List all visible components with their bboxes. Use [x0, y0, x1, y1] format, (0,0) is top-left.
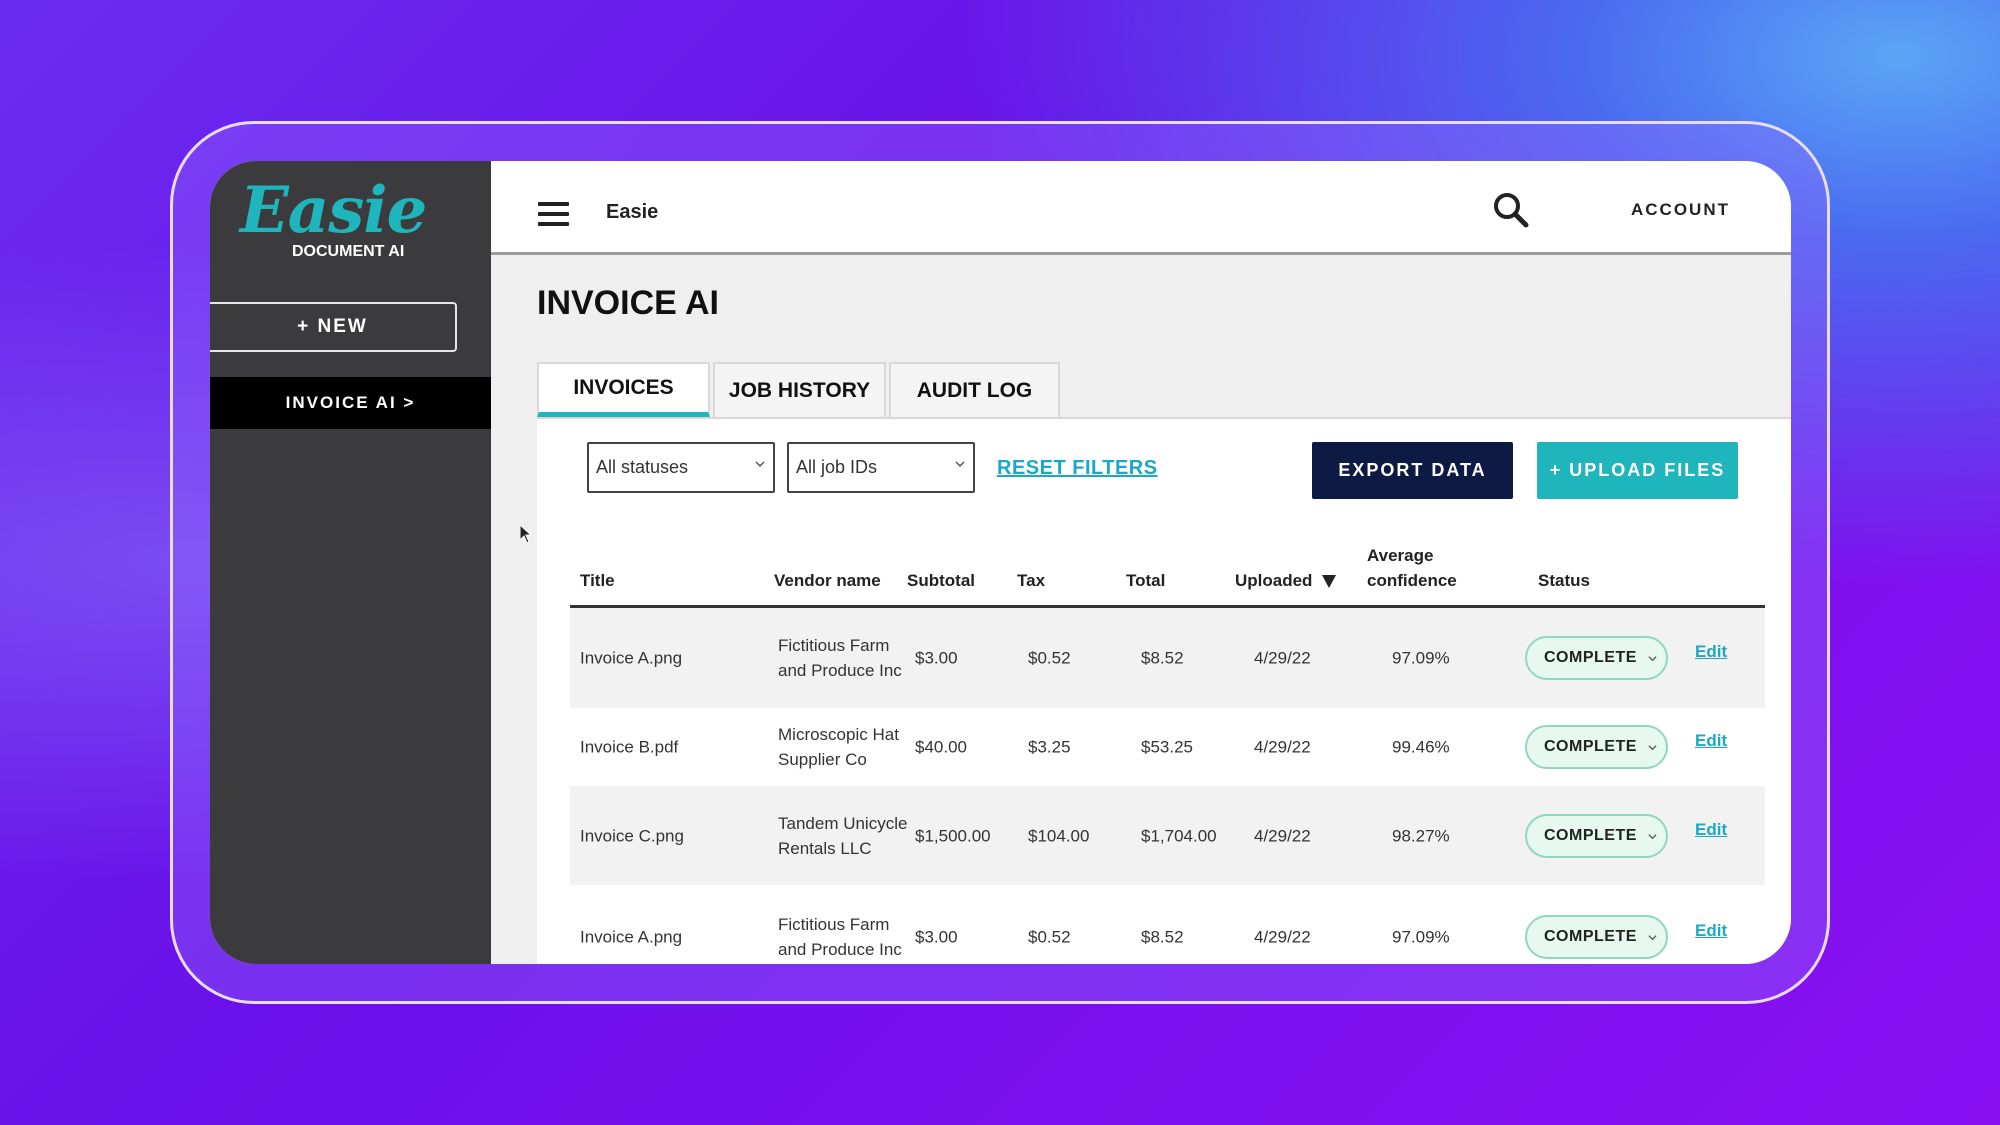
- header-subtotal[interactable]: Subtotal: [907, 568, 975, 593]
- cell-title: Invoice A.png: [580, 927, 683, 947]
- cell-title: Invoice B.pdf: [580, 737, 679, 757]
- edit-link[interactable]: Edit: [1695, 921, 1727, 941]
- invoices-panel: All statuses All job IDs RESET FILTERS E…: [537, 417, 1791, 964]
- status-filter-value: All statuses: [596, 457, 689, 477]
- cell-total: $8.52: [1141, 648, 1184, 668]
- chevron-down-icon: [1648, 935, 1657, 941]
- table-header: Title Vendor name Subtotal Tax Total Upl…: [570, 544, 1765, 608]
- cell-title: Invoice A.png: [580, 648, 683, 668]
- cell-total: $53.25: [1141, 737, 1193, 757]
- cell-confidence: 99.46%: [1392, 737, 1450, 757]
- reset-filters-link[interactable]: RESET FILTERS: [997, 457, 1158, 480]
- new-button[interactable]: + NEW: [210, 302, 457, 352]
- chevron-down-icon: [1648, 833, 1657, 839]
- table-row[interactable]: Invoice C.png Tandem Unicycle Rentals LL…: [570, 786, 1765, 887]
- header-status[interactable]: Status: [1538, 568, 1590, 593]
- cell-uploaded: 4/29/22: [1254, 826, 1311, 845]
- cell-subtotal: $3.00: [915, 648, 958, 668]
- cell-tax: $0.52: [1028, 648, 1071, 668]
- header-total[interactable]: Total: [1126, 568, 1165, 593]
- cell-vendor: Fictitious Farm and Produce Inc: [778, 915, 902, 959]
- table-row[interactable]: Invoice B.pdf Microscopic Hat Supplier C…: [570, 710, 1765, 786]
- job-id-filter-value: All job IDs: [796, 457, 878, 477]
- header-uploaded-label: Uploaded: [1235, 571, 1313, 590]
- cell-vendor: Fictitious Farm and Produce Inc: [778, 636, 902, 680]
- chevron-down-icon: [1648, 745, 1657, 751]
- cell-subtotal: $3.00: [915, 927, 958, 947]
- cell-subtotal: $1,500.00: [915, 826, 991, 845]
- header-vendor[interactable]: Vendor name: [774, 568, 881, 593]
- brand-name: Easie: [606, 201, 659, 223]
- main-area: Easie ACCOUNT INVOICE AI INVOICES JOB HI…: [491, 161, 1791, 964]
- sort-down-icon[interactable]: [1322, 575, 1337, 589]
- status-dropdown[interactable]: COMPLETE: [1525, 915, 1668, 959]
- tab-bar: INVOICES JOB HISTORY AUDIT LOG: [537, 362, 1063, 417]
- cell-confidence: 97.09%: [1392, 927, 1450, 947]
- status-label: COMPLETE: [1544, 928, 1637, 945]
- header-tax[interactable]: Tax: [1017, 568, 1045, 593]
- status-dropdown[interactable]: COMPLETE: [1525, 636, 1668, 680]
- edit-link[interactable]: Edit: [1695, 820, 1727, 840]
- chevron-down-icon: [955, 461, 965, 468]
- cell-total: $8.52: [1141, 927, 1184, 947]
- sidebar: Easie DOCUMENT AI + NEW INVOICE AI >: [210, 161, 491, 964]
- upload-files-button[interactable]: + UPLOAD FILES: [1537, 442, 1738, 499]
- app-screen: Easie DOCUMENT AI + NEW INVOICE AI > Eas…: [210, 161, 1791, 964]
- cell-vendor: Microscopic Hat Supplier Co: [778, 725, 899, 769]
- job-id-filter-select[interactable]: All job IDs: [787, 442, 975, 493]
- status-dropdown[interactable]: COMPLETE: [1525, 813, 1668, 858]
- top-bar: Easie ACCOUNT: [491, 161, 1791, 255]
- cell-tax: $3.25: [1028, 737, 1071, 757]
- chevron-down-icon: [1648, 656, 1657, 662]
- sidebar-item-invoice-ai[interactable]: INVOICE AI >: [210, 377, 491, 429]
- table-row[interactable]: Invoice A.png Fictitious Farm and Produc…: [570, 887, 1765, 964]
- cell-uploaded: 4/29/22: [1254, 737, 1311, 757]
- cell-title: Invoice C.png: [580, 826, 684, 845]
- cursor-icon: [520, 525, 532, 544]
- page-title: INVOICE AI: [537, 284, 719, 322]
- status-label: COMPLETE: [1544, 826, 1637, 844]
- logo: Easie DOCUMENT AI: [240, 173, 427, 261]
- status-label: COMPLETE: [1544, 738, 1637, 755]
- export-data-button[interactable]: EXPORT DATA: [1312, 442, 1513, 499]
- account-link[interactable]: ACCOUNT: [1631, 200, 1730, 220]
- cell-uploaded: 4/29/22: [1254, 927, 1311, 947]
- edit-link[interactable]: Edit: [1695, 731, 1727, 751]
- hamburger-icon[interactable]: [538, 202, 569, 226]
- invoices-table: Title Vendor name Subtotal Tax Total Upl…: [570, 544, 1765, 964]
- table-row[interactable]: Invoice A.png Fictitious Farm and Produc…: [570, 608, 1765, 710]
- status-dropdown[interactable]: COMPLETE: [1525, 725, 1668, 769]
- status-filter-select[interactable]: All statuses: [587, 442, 775, 493]
- edit-link[interactable]: Edit: [1695, 642, 1727, 662]
- cell-tax: $104.00: [1028, 826, 1090, 845]
- cell-subtotal: $40.00: [915, 737, 967, 757]
- header-confidence-line1: Average: [1367, 546, 1434, 565]
- cell-confidence: 97.09%: [1392, 648, 1450, 668]
- cell-uploaded: 4/29/22: [1254, 648, 1311, 668]
- cell-total: $1,704.00: [1141, 826, 1217, 845]
- tab-job-history[interactable]: JOB HISTORY: [713, 362, 886, 417]
- cell-confidence: 98.27%: [1392, 826, 1450, 845]
- cell-tax: $0.52: [1028, 927, 1071, 947]
- header-title[interactable]: Title: [580, 568, 615, 593]
- tab-audit-log[interactable]: AUDIT LOG: [889, 362, 1060, 417]
- cell-vendor: Tandem Unicycle Rentals LLC: [778, 813, 908, 858]
- logo-subtitle: DOCUMENT AI: [292, 243, 405, 260]
- tab-invoices[interactable]: INVOICES: [537, 362, 710, 417]
- status-label: COMPLETE: [1544, 649, 1637, 666]
- header-confidence[interactable]: Average confidence: [1367, 543, 1457, 593]
- chevron-down-icon: [755, 461, 765, 468]
- logo-script: Easie: [240, 173, 427, 248]
- search-icon[interactable]: [1492, 191, 1530, 229]
- header-uploaded[interactable]: Uploaded: [1235, 568, 1337, 593]
- header-confidence-line2: confidence: [1367, 571, 1457, 590]
